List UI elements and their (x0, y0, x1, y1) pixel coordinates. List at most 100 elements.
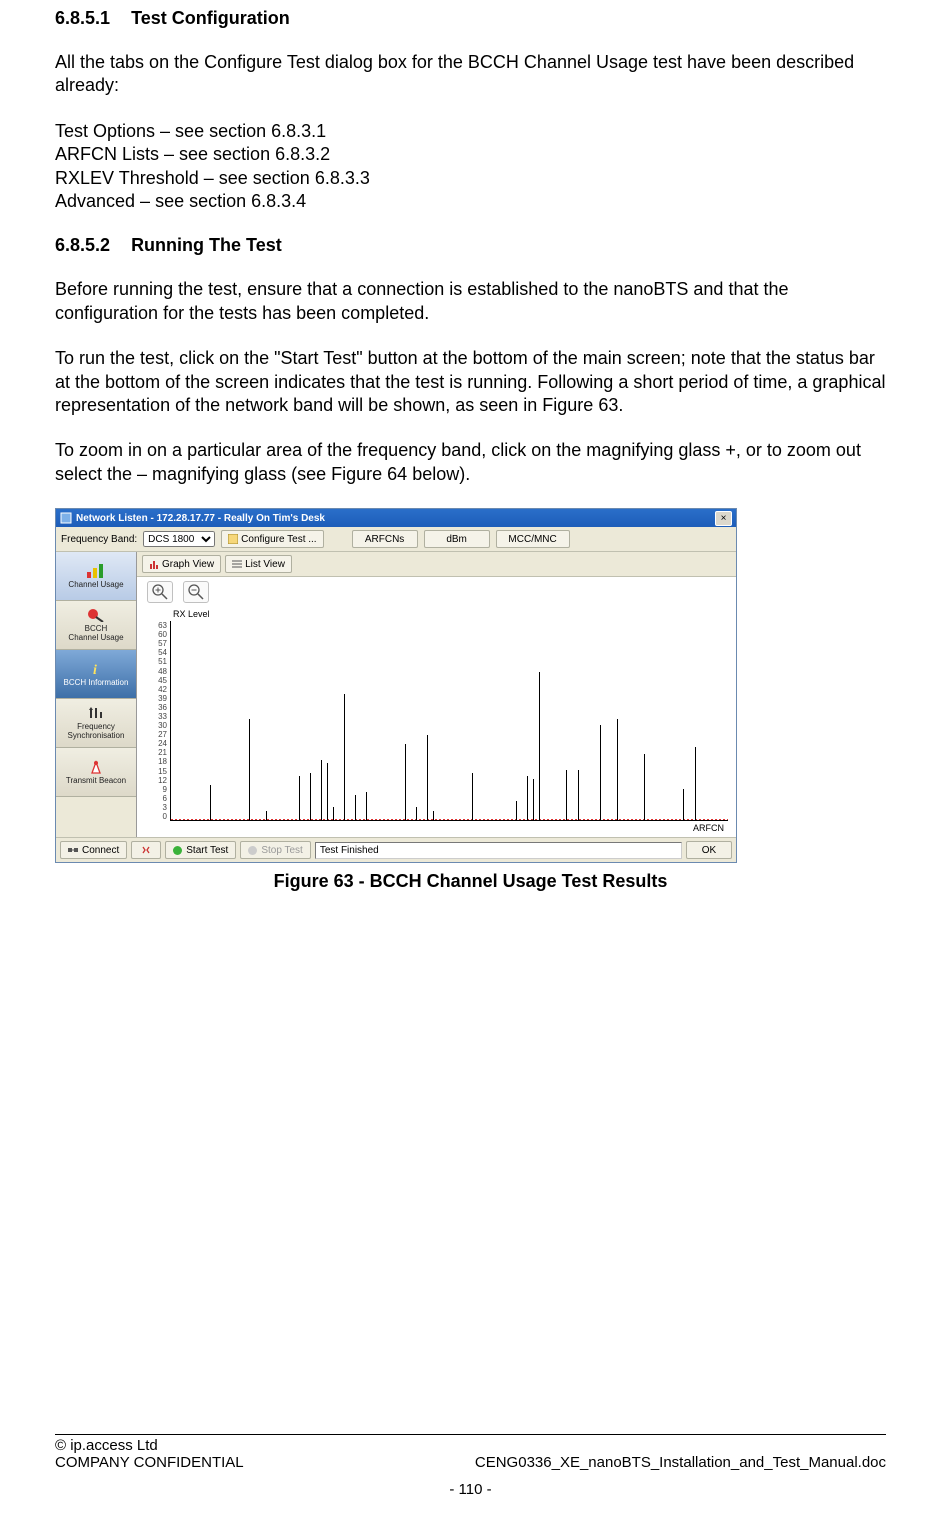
data-bar (644, 754, 645, 820)
data-bar (566, 770, 567, 821)
connect-icon (68, 845, 78, 855)
configure-icon (228, 534, 238, 544)
data-bar (539, 672, 540, 820)
data-bar (299, 776, 300, 820)
chart-y-label: RX Level (173, 609, 728, 619)
data-bar (310, 773, 311, 820)
configure-test-button[interactable]: Configure Test ... (221, 530, 323, 548)
grey-dot-icon (248, 846, 257, 855)
sidebar-frequency-sync[interactable]: FrequencySynchronisation (56, 699, 136, 748)
chart-area: RX Level 6360575451484542393633302724211… (137, 607, 736, 837)
ok-button[interactable]: OK (686, 841, 732, 859)
svg-text:i: i (93, 663, 97, 676)
footer-docname: CENG0336_XE_nanoBTS_Installation_and_Tes… (475, 1454, 886, 1471)
data-bar (210, 785, 211, 820)
footer-page-number: - 110 - (55, 1481, 886, 1498)
data-bar (321, 760, 322, 820)
list-view-button[interactable]: List View (225, 555, 292, 573)
zoom-controls (137, 577, 736, 607)
disconnect-icon (141, 845, 151, 855)
data-bar (433, 811, 434, 820)
data-bar (405, 744, 406, 820)
close-button[interactable]: × (715, 511, 732, 526)
y-tick: 57 (158, 639, 167, 648)
ref-advanced: Advanced – see section 6.8.3.4 (55, 190, 886, 213)
data-bar (533, 779, 534, 820)
mccmnc-column-button[interactable]: MCC/MNC (496, 530, 570, 548)
sidebar-bcch-channel-usage[interactable]: BCCHChannel Usage (56, 601, 136, 650)
stop-test-button[interactable]: Stop Test (240, 841, 311, 859)
y-tick: 0 (163, 812, 167, 821)
dbm-column-button[interactable]: dBm (424, 530, 490, 548)
heading-6.8.5.2: 6.8.5.2 Running The Test (55, 235, 886, 256)
graph-view-button[interactable]: Graph View (142, 555, 221, 573)
y-tick: 36 (158, 703, 167, 712)
statusbar: Connect Start Test Stop Test Test Finish… (56, 837, 736, 862)
arfcns-column-button[interactable]: ARFCNs (352, 530, 418, 548)
plot-canvas[interactable] (170, 621, 728, 821)
y-tick: 33 (158, 712, 167, 721)
heading-6.8.5.1: 6.8.5.1 Test Configuration (55, 8, 886, 29)
zoom-in-button[interactable] (147, 581, 173, 603)
sidebar-channel-usage[interactable]: Channel Usage (56, 552, 136, 601)
data-bar (427, 735, 428, 820)
app-icon (60, 512, 72, 524)
status-message: Test Finished (315, 842, 682, 859)
toolbar: Frequency Band: DCS 1800 Configure Test … (56, 527, 736, 552)
ref-rxlev-threshold: RXLEV Threshold – see section 6.8.3.3 (55, 167, 886, 190)
data-bar (516, 801, 517, 820)
data-bar (695, 747, 696, 820)
paragraph: To run the test, click on the "Start Tes… (55, 347, 886, 417)
magnify-plus-icon (152, 584, 168, 600)
green-dot-icon (173, 846, 182, 855)
data-bar (472, 773, 473, 820)
reference-list: Test Options – see section 6.8.3.1 ARFCN… (55, 120, 886, 214)
data-bar (344, 694, 345, 820)
paragraph: Before running the test, ensure that a c… (55, 278, 886, 325)
y-axis: 6360575451484542393633302724211815129630 (145, 621, 170, 821)
zoom-out-button[interactable] (183, 581, 209, 603)
y-tick: 63 (158, 621, 167, 630)
info-icon: i (87, 662, 105, 676)
data-bar (249, 719, 250, 820)
graph-icon (149, 559, 159, 569)
ref-arfcn-lists: ARFCN Lists – see section 6.8.3.2 (55, 143, 886, 166)
levels-icon (87, 564, 105, 578)
y-tick: 54 (158, 648, 167, 657)
data-bar (527, 776, 528, 820)
data-bar (327, 763, 328, 820)
y-tick: 60 (158, 630, 167, 639)
y-tick: 9 (163, 785, 167, 794)
footer-confidential: COMPANY CONFIDENTIAL (55, 1454, 244, 1471)
y-tick: 27 (158, 730, 167, 739)
start-test-button[interactable]: Start Test (165, 841, 236, 859)
y-tick: 12 (158, 776, 167, 785)
ref-test-options: Test Options – see section 6.8.3.1 (55, 120, 886, 143)
data-bar (617, 719, 618, 820)
chart-x-label: ARFCN (145, 821, 728, 833)
view-toggle: Graph View List View (137, 552, 736, 577)
disconnect-button[interactable] (131, 841, 161, 859)
footer-copyright: © ip.access Ltd (55, 1437, 886, 1454)
network-listen-window: Network Listen - 172.28.17.77 - Really O… (55, 508, 737, 863)
y-tick: 30 (158, 721, 167, 730)
beacon-icon (87, 760, 105, 774)
sidebar-transmit-beacon[interactable]: Transmit Beacon (56, 748, 136, 797)
data-bar (333, 807, 334, 820)
y-tick: 3 (163, 803, 167, 812)
data-bar (366, 792, 367, 820)
sync-icon (87, 706, 105, 720)
data-bar (266, 811, 267, 820)
y-tick: 45 (158, 676, 167, 685)
frequency-band-select[interactable]: DCS 1800 (143, 531, 215, 547)
data-bar (600, 725, 601, 820)
pin-icon (87, 608, 105, 622)
list-icon (232, 559, 242, 569)
y-tick: 48 (158, 667, 167, 676)
data-bar (416, 807, 417, 820)
sidebar-bcch-information[interactable]: i BCCH Information (56, 650, 136, 699)
y-tick: 18 (158, 757, 167, 766)
paragraph: All the tabs on the Configure Test dialo… (55, 51, 886, 98)
y-tick: 24 (158, 739, 167, 748)
connect-button[interactable]: Connect (60, 841, 127, 859)
